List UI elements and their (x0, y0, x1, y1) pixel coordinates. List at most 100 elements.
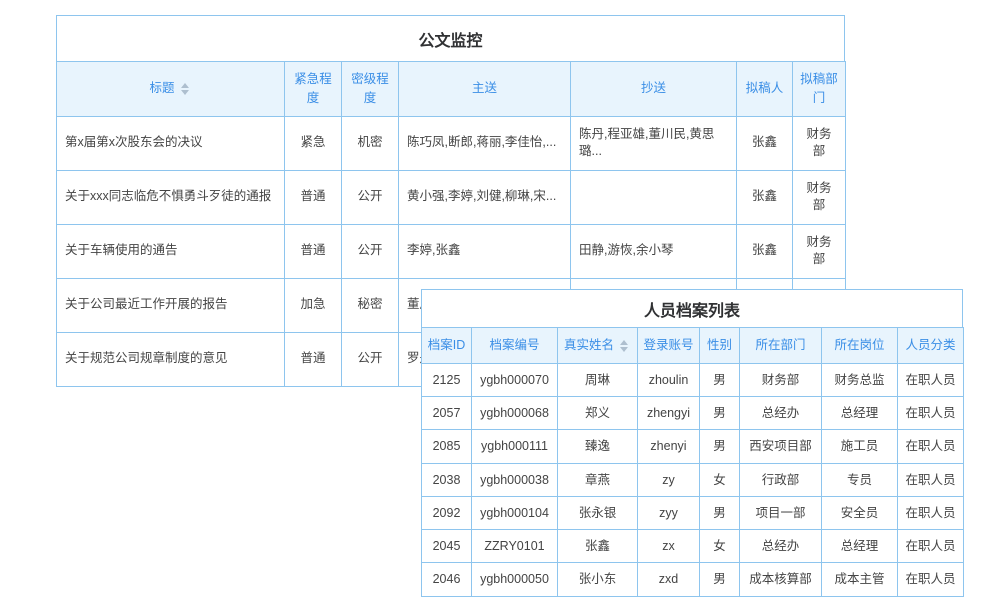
doc-title-link[interactable]: 关于公司最近工作开展的报告 (57, 278, 285, 332)
doc-title-link[interactable]: 关于规范公司规章制度的意见 (57, 332, 285, 386)
doc-drafter-cell: 张鑫 (737, 116, 793, 170)
person-code-cell: ygbh000050 (472, 563, 558, 596)
person-category-cell: 在职人员 (898, 563, 964, 596)
person-id-cell: 2038 (422, 463, 472, 496)
person-code-cell: ygbh000104 (472, 496, 558, 529)
person-id-cell: 2057 (422, 397, 472, 430)
doc-secrecy-cell: 公开 (342, 224, 399, 278)
doc-urgency-cell: 普通 (285, 224, 342, 278)
doc-urgency-cell: 紧急 (285, 116, 342, 170)
person-account-cell: zhengyi (638, 397, 700, 430)
table-row: 2045 ZZRY0101 张鑫 zx 女 总经办 总经理 在职人员 (422, 530, 964, 563)
person-account-cell: zx (638, 530, 700, 563)
person-id-cell: 2085 (422, 430, 472, 463)
doc-col-secrecy: 密级程度 (342, 62, 399, 117)
doc-cc-cell (571, 170, 737, 224)
person-post-cell: 总经理 (822, 397, 898, 430)
person-name-link[interactable]: 章燕 (558, 463, 638, 496)
table-row: 2092 ygbh000104 张永银 zyy 男 项目一部 安全员 在职人员 (422, 496, 964, 529)
person-gender-cell: 女 (700, 463, 740, 496)
person-col-code: 档案编号 (472, 328, 558, 364)
caret-up-icon (181, 83, 189, 88)
person-gender-cell: 男 (700, 397, 740, 430)
personnel-archive-title: 人员档案列表 (421, 289, 963, 327)
person-id-cell: 2125 (422, 363, 472, 396)
person-gender-cell: 男 (700, 430, 740, 463)
person-id-cell: 2045 (422, 530, 472, 563)
person-col-name-label: 真实姓名 (564, 338, 614, 352)
sort-icon[interactable] (178, 82, 192, 96)
person-id-cell: 2046 (422, 563, 472, 596)
doc-col-main: 主送 (399, 62, 571, 117)
doc-secrecy-cell: 公开 (342, 170, 399, 224)
doc-col-dept: 拟稿部门 (793, 62, 846, 117)
doc-title-link[interactable]: 关于xxx同志临危不惧勇斗歹徒的通报 (57, 170, 285, 224)
person-dept-cell: 财务部 (740, 363, 822, 396)
doc-monitor-title: 公文监控 (56, 15, 845, 61)
person-dept-cell: 项目一部 (740, 496, 822, 529)
person-dept-cell: 西安项目部 (740, 430, 822, 463)
doc-main-cell: 陈巧凤,断郎,蒋丽,李佳怡,... (399, 116, 571, 170)
person-name-link[interactable]: 张鑫 (558, 530, 638, 563)
table-row: 2046 ygbh000050 张小东 zxd 男 成本核算部 成本主管 在职人… (422, 563, 964, 596)
person-col-category: 人员分类 (898, 328, 964, 364)
person-name-link[interactable]: 张小东 (558, 563, 638, 596)
table-row: 第x届第x次股东会的决议 紧急 机密 陈巧凤,断郎,蒋丽,李佳怡,... 陈丹,… (57, 116, 846, 170)
person-post-cell: 成本主管 (822, 563, 898, 596)
doc-cc-cell: 陈丹,程亚雄,董川民,黄思璐... (571, 116, 737, 170)
person-name-link[interactable]: 周琳 (558, 363, 638, 396)
person-code-cell: ygbh000070 (472, 363, 558, 396)
person-col-dept: 所在部门 (740, 328, 822, 364)
person-gender-cell: 女 (700, 530, 740, 563)
doc-urgency-cell: 普通 (285, 332, 342, 386)
person-col-id: 档案ID (422, 328, 472, 364)
doc-main-cell: 李婷,张鑫 (399, 224, 571, 278)
person-account-cell: zyy (638, 496, 700, 529)
person-category-cell: 在职人员 (898, 496, 964, 529)
doc-col-title[interactable]: 标题 (57, 62, 285, 117)
doc-urgency-cell: 加急 (285, 278, 342, 332)
doc-dept-cell: 财务部 (793, 116, 846, 170)
person-col-name[interactable]: 真实姓名 (558, 328, 638, 364)
person-post-cell: 施工员 (822, 430, 898, 463)
doc-col-title-label: 标题 (149, 81, 174, 95)
person-account-cell: zxd (638, 563, 700, 596)
person-gender-cell: 男 (700, 363, 740, 396)
person-name-link[interactable]: 臻逸 (558, 430, 638, 463)
person-category-cell: 在职人员 (898, 430, 964, 463)
doc-urgency-cell: 普通 (285, 170, 342, 224)
doc-title-link[interactable]: 第x届第x次股东会的决议 (57, 116, 285, 170)
person-code-cell: ygbh000038 (472, 463, 558, 496)
page: 公文监控 标题 紧急程度 密级程度 主送 抄送 拟稿人 拟稿部门 (0, 0, 1000, 600)
sort-icon[interactable] (617, 339, 631, 353)
person-code-cell: ygbh000068 (472, 397, 558, 430)
person-category-cell: 在职人员 (898, 397, 964, 430)
doc-col-cc: 抄送 (571, 62, 737, 117)
person-account-cell: zy (638, 463, 700, 496)
table-row: 2038 ygbh000038 章燕 zy 女 行政部 专员 在职人员 (422, 463, 964, 496)
person-category-cell: 在职人员 (898, 530, 964, 563)
caret-up-icon (620, 340, 628, 345)
caret-down-icon (620, 347, 628, 352)
person-dept-cell: 总经办 (740, 530, 822, 563)
doc-secrecy-cell: 机密 (342, 116, 399, 170)
person-id-cell: 2092 (422, 496, 472, 529)
person-post-cell: 财务总监 (822, 363, 898, 396)
table-row: 2057 ygbh000068 郑义 zhengyi 男 总经办 总经理 在职人… (422, 397, 964, 430)
person-col-account: 登录账号 (638, 328, 700, 364)
person-name-link[interactable]: 郑义 (558, 397, 638, 430)
person-name-link[interactable]: 张永银 (558, 496, 638, 529)
person-account-cell: zhoulin (638, 363, 700, 396)
doc-title-link[interactable]: 关于车辆使用的通告 (57, 224, 285, 278)
person-code-cell: ygbh000111 (472, 430, 558, 463)
doc-col-urgency: 紧急程度 (285, 62, 342, 117)
doc-col-drafter: 拟稿人 (737, 62, 793, 117)
personnel-archive-panel: 人员档案列表 档案ID 档案编号 真实姓名 登录账号 性别 所在部门 所在岗位 … (421, 289, 963, 597)
person-dept-cell: 总经办 (740, 397, 822, 430)
doc-secrecy-cell: 秘密 (342, 278, 399, 332)
person-code-cell: ZZRY0101 (472, 530, 558, 563)
person-post-cell: 总经理 (822, 530, 898, 563)
doc-dept-cell: 财务部 (793, 170, 846, 224)
person-category-cell: 在职人员 (898, 463, 964, 496)
person-category-cell: 在职人员 (898, 363, 964, 396)
